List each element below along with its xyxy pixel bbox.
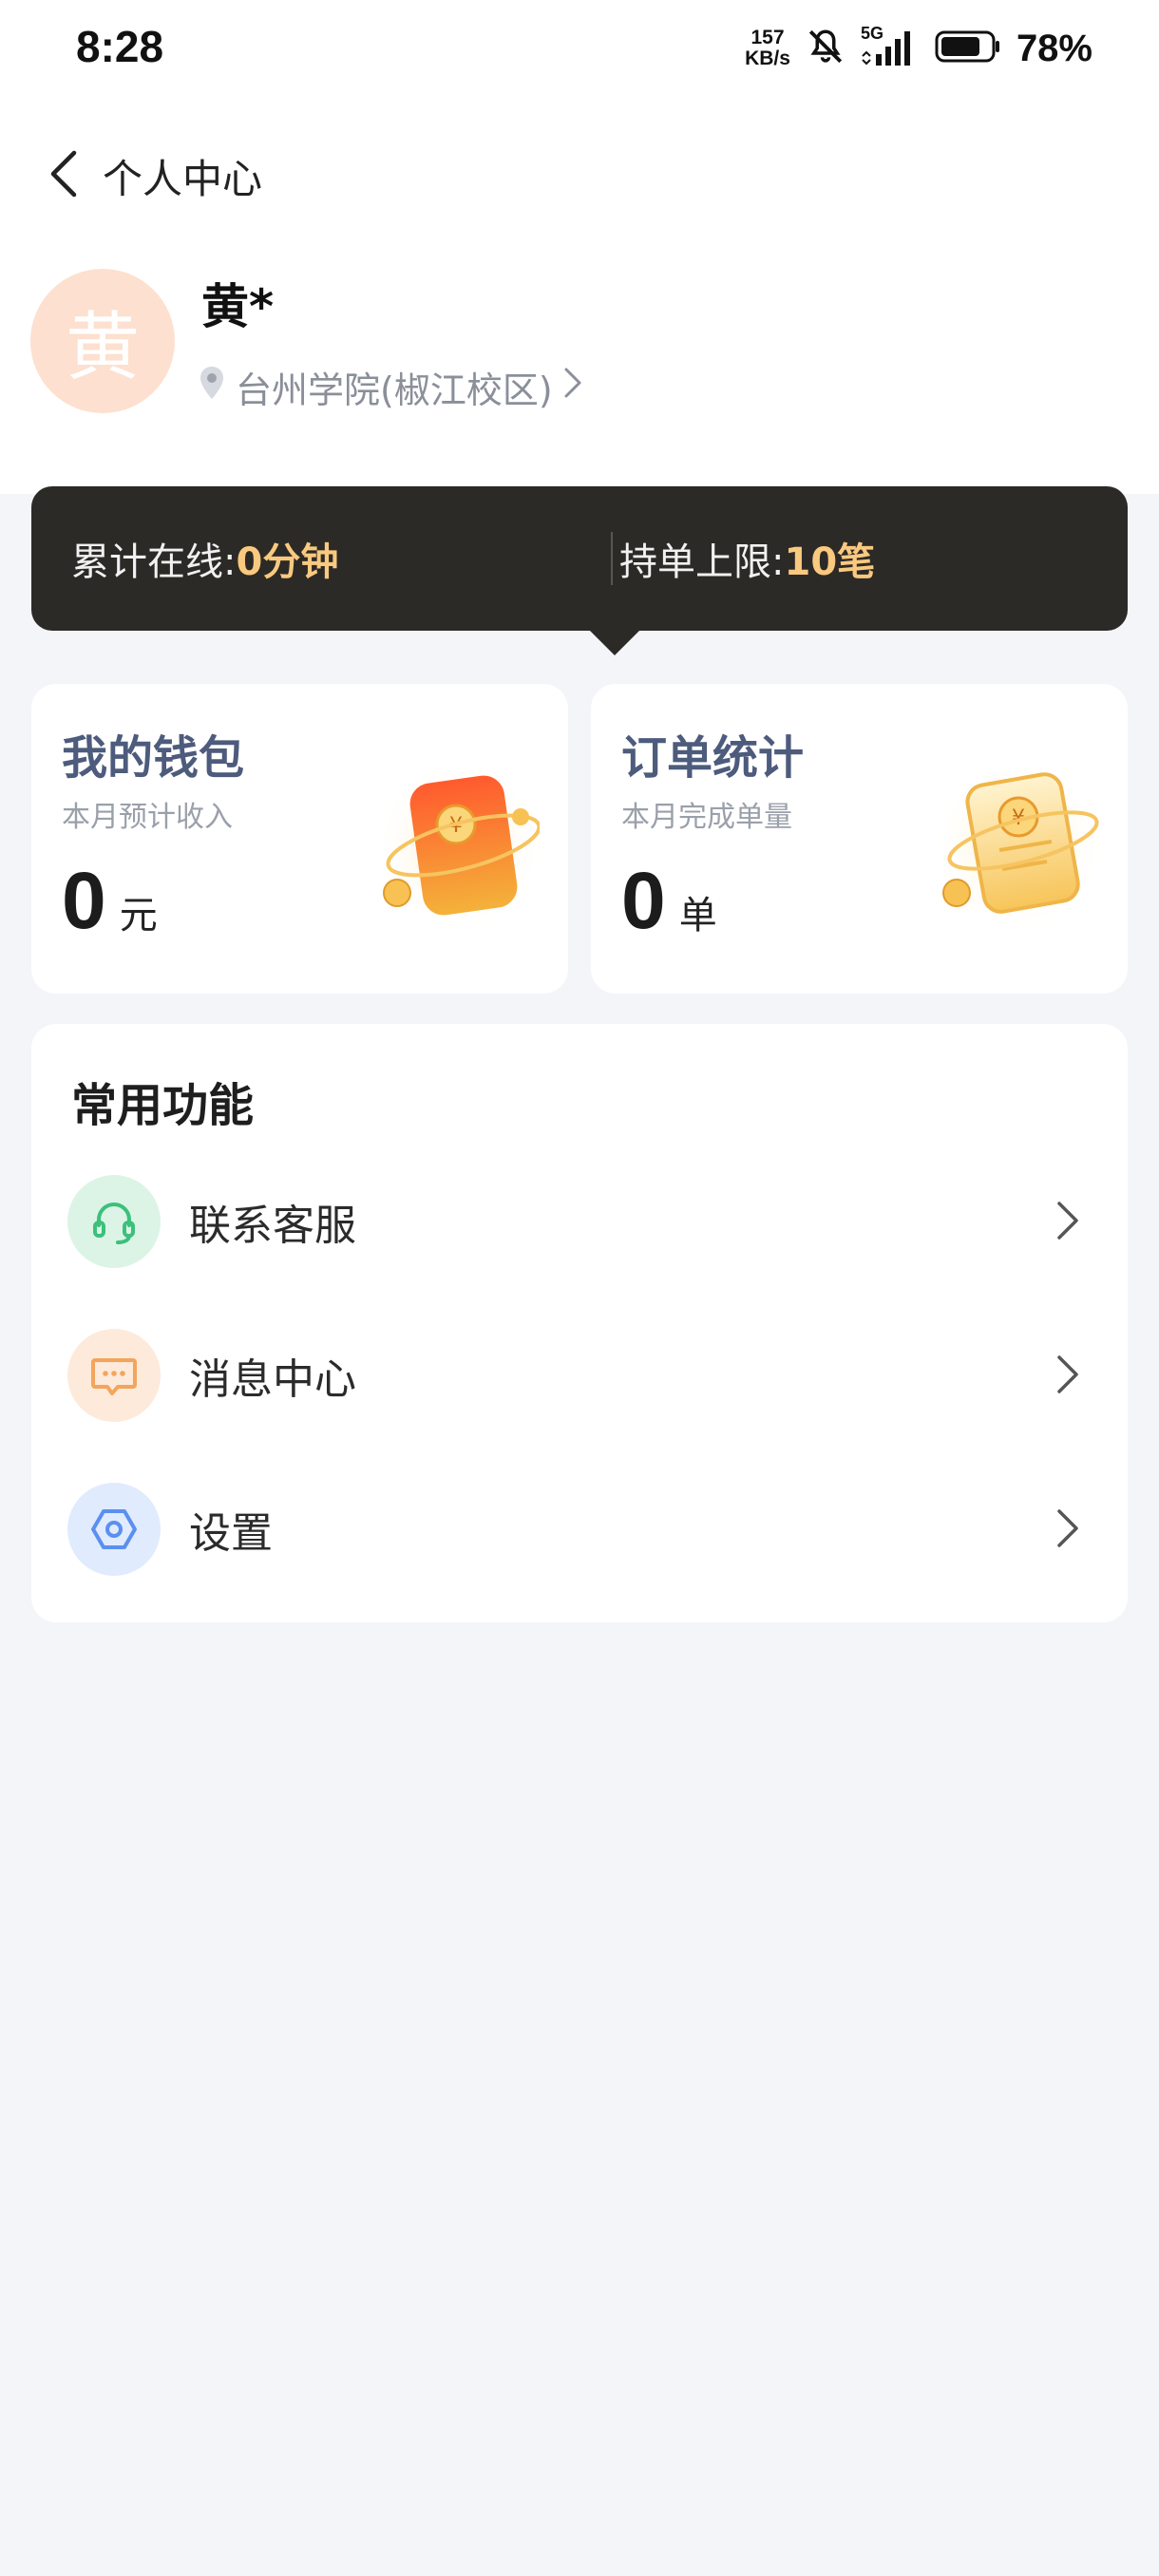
network-speed-value: 157 (750, 27, 785, 48)
function-item-customer-service[interactable]: 联系客服 (31, 1150, 1128, 1293)
stats-banner: 累计在线: 0分钟 持单上限: 10笔 (31, 486, 1128, 655)
wallet-unit: 元 (119, 894, 158, 938)
function-item-message-center[interactable]: 消息中心 (31, 1304, 1128, 1447)
wallet-card[interactable]: 我的钱包 本月预计收入 0 元 ¥ (31, 684, 568, 994)
function-label: 联系客服 (189, 1202, 356, 1250)
status-icons: 157 KB/s 5G 78% (745, 24, 1092, 72)
bell-muted-icon (806, 27, 846, 71)
chevron-right-icon (1054, 1352, 1082, 1401)
function-label: 设置 (189, 1509, 273, 1558)
function-item-settings[interactable]: 设置 (31, 1458, 1128, 1601)
orders-title: 订单统计 (621, 731, 805, 785)
orders-value: 0 单 (621, 855, 717, 947)
message-icon (67, 1329, 161, 1422)
network-speed: 157 KB/s (745, 28, 790, 69)
online-duration-stat: 累计在线: 0分钟 (31, 531, 580, 586)
order-limit-label: 持单上限: (619, 540, 785, 584)
campus-selector[interactable]: 台州学院(椒江校区) (198, 361, 583, 413)
chevron-right-icon (1054, 1506, 1082, 1555)
orders-unit: 单 (678, 894, 717, 938)
online-duration-value: 0分钟 (236, 540, 339, 584)
user-name: 黄* (201, 279, 275, 334)
wallet-amount: 0 (62, 856, 106, 945)
status-time: 8:28 (76, 22, 164, 71)
chevron-right-icon (562, 366, 583, 408)
wallet-value: 0 元 (62, 855, 158, 947)
page-title: 个人中心 (103, 155, 263, 202)
back-arrow-icon[interactable] (48, 149, 82, 202)
network-type: 5G (860, 24, 884, 43)
function-label: 消息中心 (189, 1355, 356, 1404)
online-duration-label: 累计在线: (71, 540, 237, 584)
battery-icon (935, 29, 1001, 68)
battery-percentage: 78% (1016, 27, 1092, 69)
functions-title: 常用功能 (71, 1079, 255, 1132)
network-speed-unit: KB/s (745, 47, 790, 69)
stats-divider (611, 532, 613, 585)
order-limit-stat: 持单上限: 10笔 (580, 531, 1128, 586)
campus-name: 台州学院(椒江校区) (236, 369, 553, 411)
settings-icon (67, 1483, 161, 1576)
wallet-title: 我的钱包 (62, 731, 245, 785)
receipt-icon: ¥ (928, 750, 1104, 940)
headset-icon (67, 1175, 161, 1268)
location-pin-icon (198, 365, 226, 409)
order-stats-card[interactable]: 订单统计 本月完成单量 0 单 ¥ (591, 684, 1128, 994)
order-limit-value: 10笔 (784, 540, 876, 584)
wallet-subtitle: 本月预计收入 (62, 801, 233, 834)
avatar[interactable]: 黄 (30, 269, 175, 413)
red-envelope-icon: ¥ (369, 750, 544, 940)
chevron-right-icon (1054, 1198, 1082, 1247)
status-bar: 8:28 157 KB/s 5G 78% (0, 0, 1159, 95)
orders-subtitle: 本月完成单量 (621, 801, 792, 834)
orders-count: 0 (621, 856, 666, 945)
signal-5g-icon: 5G (861, 24, 920, 69)
nav-header: 个人中心 (48, 138, 262, 214)
common-functions-panel: 常用功能 联系客服 消息中心 设置 (31, 1024, 1128, 1622)
